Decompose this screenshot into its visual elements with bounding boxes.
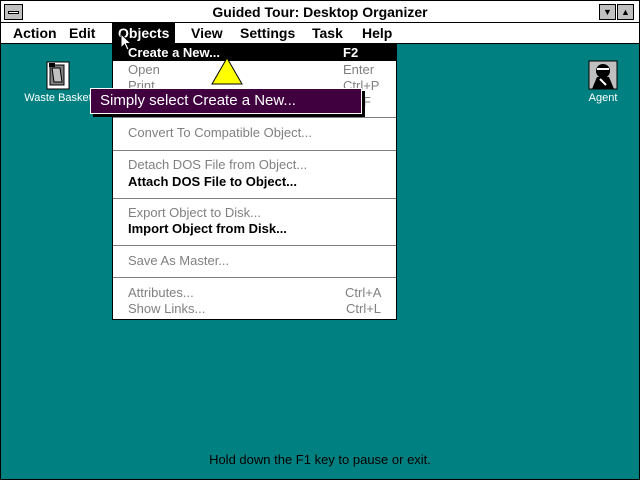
waste-basket-label: Waste Basket (24, 92, 92, 104)
menu-task[interactable]: Task (306, 23, 349, 43)
menu-item-attributes[interactable]: Attributes... Ctrl+A (113, 285, 396, 301)
menu-action[interactable]: Action (7, 23, 63, 43)
menu-edit[interactable]: Edit (63, 23, 101, 43)
menu-item-shortcut: Ctrl+L (346, 301, 382, 316)
title-bar: Guided Tour: Desktop Organizer ▼ ▲ (1, 1, 639, 23)
mouse-cursor-icon (120, 33, 133, 51)
menu-item-shortcut: F2 (343, 45, 359, 60)
menu-item-label: Export Object to Disk... (128, 205, 261, 220)
agent-icon (588, 60, 618, 90)
waste-basket-icon (46, 61, 70, 90)
menu-item-label: Show Links... (128, 301, 206, 316)
menu-item-label: Attributes... (128, 285, 194, 300)
menu-item-detach-dos[interactable]: Detach DOS File from Object... (113, 157, 396, 173)
menu-item-convert[interactable]: Convert To Compatible Object... (113, 125, 396, 141)
tour-pointer-icon (211, 57, 243, 85)
main-window: Guided Tour: Desktop Organizer ▼ ▲ Actio… (0, 0, 640, 480)
agent-label: Agent (588, 92, 618, 104)
maximize-button[interactable]: ▲ (617, 4, 634, 20)
menu-separator (113, 198, 396, 199)
menu-item-label: Save As Master... (128, 253, 230, 268)
tour-tooltip: Simply select Create a New... (90, 88, 362, 114)
menu-item-save-master[interactable]: Save As Master... (113, 253, 396, 269)
menu-item-label: Import Object from Disk... (128, 221, 287, 236)
menu-separator (113, 150, 396, 151)
minimize-button[interactable]: ▼ (599, 4, 616, 20)
menu-item-import[interactable]: Import Object from Disk... (113, 221, 396, 237)
menu-item-export[interactable]: Export Object to Disk... (113, 205, 396, 221)
menu-view[interactable]: View (185, 23, 229, 43)
menu-item-open[interactable]: Open Enter (113, 62, 396, 78)
menu-item-attach-dos[interactable]: Attach DOS File to Object... (113, 174, 396, 190)
menu-item-label: Open (128, 62, 160, 77)
objects-menu-dropdown: Create a New... F2 Open Enter Print Ctrl… (112, 44, 397, 320)
window-title: Guided Tour: Desktop Organizer (212, 4, 428, 20)
menu-item-shortcut: F (363, 94, 371, 109)
menu-item-label: Attach DOS File to Object... (128, 174, 298, 189)
waste-basket-shortcut[interactable]: Waste Basket (17, 59, 99, 104)
menu-item-label: Create a New... (128, 45, 221, 60)
menu-item-create-new[interactable]: Create a New... F2 (113, 45, 396, 61)
menu-separator (113, 277, 396, 278)
menu-item-label: Convert To Compatible Object... (128, 125, 313, 140)
menu-separator (113, 245, 396, 246)
menu-item-shortcut: Enter (343, 62, 375, 77)
menu-item-shortcut: Ctrl+A (345, 285, 382, 300)
menu-separator (113, 117, 396, 118)
menu-bar: Action Edit Objects View Settings Task H… (1, 23, 639, 44)
status-message: Hold down the F1 key to pause or exit. (209, 452, 431, 467)
agent-shortcut[interactable]: Agent (583, 59, 623, 104)
menu-item-show-links[interactable]: Show Links... Ctrl+L (113, 301, 396, 317)
menu-settings[interactable]: Settings (234, 23, 301, 43)
menu-item-label: Detach DOS File from Object... (128, 157, 308, 172)
menu-help[interactable]: Help (356, 23, 398, 43)
